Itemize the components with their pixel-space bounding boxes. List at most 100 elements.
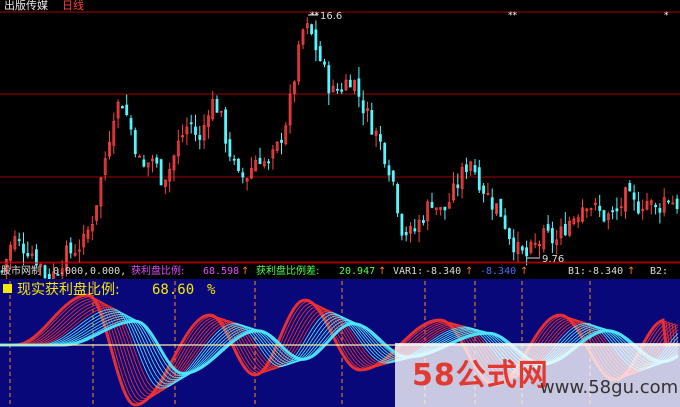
candle-body: [383, 143, 387, 165]
candle-body: [335, 88, 339, 91]
candle-body: [602, 210, 606, 222]
candle-body: [443, 206, 447, 211]
candle-body: [198, 135, 202, 140]
indicator-v2: 0.000,: [90, 266, 126, 277]
subpanel-title: 现实获利盘比例:: [17, 281, 120, 298]
candle-body: [43, 265, 47, 279]
candle-body: [267, 161, 271, 164]
profit-ratio-diff-arrow: ↑: [378, 266, 386, 277]
candle-body: [142, 159, 146, 167]
candle-body: [280, 139, 283, 143]
candle-body: [654, 204, 657, 208]
candle-body: [378, 134, 382, 142]
candle-body: [430, 201, 434, 208]
candle-body: [611, 210, 614, 213]
candle-body: [520, 246, 524, 251]
star-mark-2: **: [508, 11, 518, 21]
candle-body: [26, 253, 30, 257]
var1-arrow: ↑: [465, 266, 473, 277]
candle-body: [189, 122, 193, 125]
star-mark-3: *: [664, 11, 669, 21]
candle-body: [456, 184, 460, 189]
candle-body: [421, 220, 425, 224]
candle-body: [125, 104, 129, 115]
star-mark-1: **: [310, 11, 320, 21]
candle-body: [490, 197, 494, 210]
candle-body: [121, 106, 124, 109]
candle-body: [499, 198, 503, 217]
candle-body: [546, 224, 550, 231]
candle-body: [525, 247, 528, 257]
watermark-brand: 58公式网: [412, 358, 549, 393]
candle-body: [370, 110, 374, 135]
candle-body: [327, 65, 331, 94]
candle-body: [228, 139, 232, 157]
candle-body: [512, 237, 516, 253]
candle-body: [675, 198, 679, 210]
candle-body: [129, 118, 133, 130]
candlestick-series: [0, 17, 679, 294]
period-label: 日线: [62, 0, 84, 12]
candle-body: [391, 170, 395, 182]
candle-body: [667, 200, 670, 203]
b1-value: -8.340: [587, 266, 623, 277]
profit-ratio-diff-value: 20.947: [339, 266, 375, 277]
candle-body: [563, 223, 567, 236]
candle-body: [348, 79, 352, 88]
candle-body: [473, 165, 477, 173]
indicator-v1: 0.000,: [53, 266, 89, 277]
candle-body: [17, 239, 21, 241]
subpanel-unit: %: [207, 282, 216, 298]
candle-body: [318, 46, 322, 61]
profit-ratio-label: 获利盘比例:: [131, 264, 184, 277]
candle-body: [22, 243, 25, 254]
candle-body: [400, 214, 404, 236]
stock-name: 出版传媒: [4, 0, 48, 12]
candle-body: [387, 165, 391, 176]
candle-body: [224, 109, 228, 144]
candle-body: [637, 201, 640, 214]
subpanel-color-swatch: [3, 284, 12, 293]
candle-body: [69, 242, 73, 254]
candle-body: [340, 89, 344, 92]
candle-body: [215, 98, 219, 113]
candle-body: [258, 157, 262, 165]
candle-body: [323, 61, 326, 65]
profit-ratio-value: 68.598: [203, 266, 239, 277]
candle-body: [241, 172, 245, 178]
profit-ratio-diff-label: 获利盘比例差:: [256, 264, 319, 277]
var1-label: VAR1:: [393, 266, 423, 277]
b1-arrow: ↑: [627, 266, 635, 277]
candle-body: [155, 157, 159, 164]
candle-body: [482, 185, 486, 194]
candle-body: [237, 158, 240, 171]
candle-body: [159, 159, 163, 186]
profit-ratio-arrow: ↑: [241, 266, 249, 277]
subpanel-value: 68.60: [152, 282, 194, 298]
candle-body: [477, 167, 481, 191]
candle-body: [628, 183, 632, 192]
var1b-arrow: ↑: [520, 266, 528, 277]
candle-body: [357, 78, 361, 97]
candle-body: [232, 158, 236, 161]
high-label: 16.6: [320, 11, 342, 22]
var1b-value: -8.340: [480, 266, 516, 277]
candle-body: [310, 24, 314, 35]
candle-body: [598, 205, 602, 211]
candle-body: [503, 215, 507, 229]
candle-body: [361, 100, 365, 114]
watermark-url: www.58gu.com: [540, 377, 679, 398]
indicator-name: 股市网制: [1, 264, 41, 277]
var1-value: -8.340: [425, 266, 461, 277]
candle-body: [194, 126, 197, 135]
candle-body: [404, 231, 408, 236]
candle-body: [551, 228, 554, 244]
candle-body: [658, 207, 662, 213]
candle-body: [632, 192, 636, 200]
b2-label: B2:: [650, 266, 668, 277]
candle-body: [396, 184, 400, 214]
indicator-bar: 股市网制 0.000, 0.000, 获利盘比例: 68.598 ↑ 获利盘比例…: [1, 264, 668, 277]
candle-body: [314, 29, 318, 51]
candle-body: [615, 208, 619, 212]
candle-body: [133, 130, 137, 155]
